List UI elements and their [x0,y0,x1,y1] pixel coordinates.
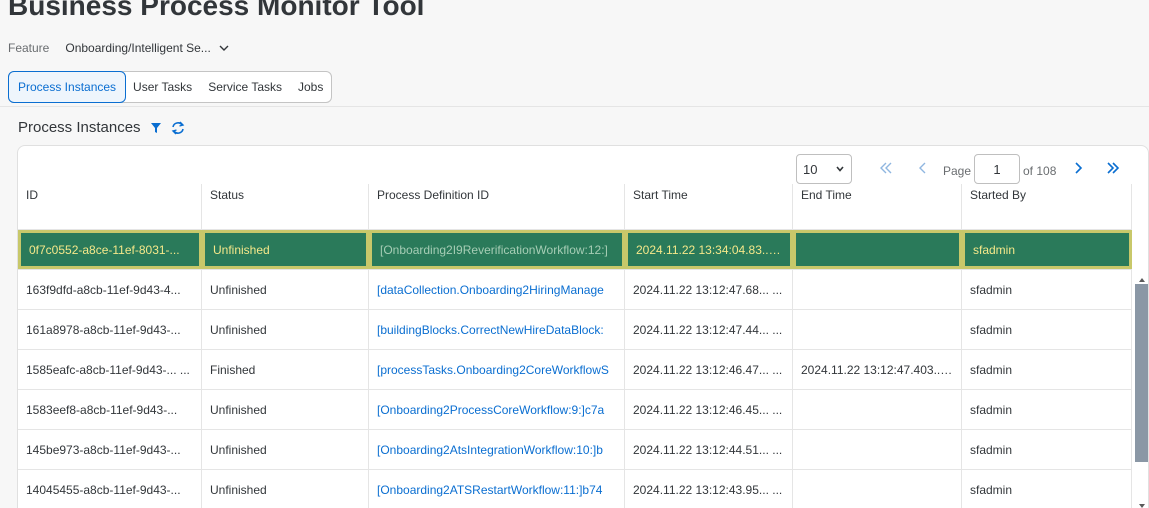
chevron-down-icon [219,45,229,51]
column-header-status[interactable]: Status [202,184,369,229]
page-size-value: 10 [803,161,818,177]
tab-jobs[interactable]: Jobs [290,72,331,102]
page-count: of 108 [1023,164,1057,178]
process-instances-panel: Process Instances 10 Page of 108 ID Stat… [0,106,1149,508]
tab-service-tasks[interactable]: Service Tasks [200,72,290,102]
cell-end-time [793,270,962,309]
next-page-icon[interactable] [1070,161,1086,175]
cell-start-time: 2024.11.22 13:12:44.51... ... [625,430,793,469]
cell-started-by: sfadmin [962,430,1132,469]
cell-started-by: sfadmin [962,310,1132,349]
feature-select[interactable]: Onboarding/Intelligent Se... [65,41,229,55]
cell-end-time [793,310,962,349]
last-page-icon[interactable] [1105,161,1121,175]
feature-row: Feature Onboarding/Intelligent Se... [8,41,229,55]
cell-process-definition-link[interactable]: [Onboarding2AtsIntegrationWorkflow:10:]b [369,430,625,469]
cell-end-time: 2024.11.22 13:12:47.403... ... [793,350,962,389]
cell-end-time [793,390,962,429]
cell-start-time: 2024.11.22 13:12:46.45... ... [625,390,793,429]
table-row[interactable]: 1583eef8-a8cb-11ef-9d43-... Unfinished [… [18,390,1132,430]
column-header-end-time[interactable]: End Time [793,184,962,229]
cell-id: 163f9dfd-a8cb-11ef-9d43-4... [18,270,202,309]
scrollbar-thumb[interactable] [1135,284,1148,462]
cell-start-time: 2024.11.22 13:12:43.95... ... [625,470,793,508]
table-row[interactable]: 14045455-a8cb-11ef-9d43-... Unfinished [… [18,470,1132,508]
cell-end-time [793,230,962,269]
cell-status: Unfinished [202,390,369,429]
cell-id: 0f7c0552-a8ce-11ef-8031-... [18,230,202,269]
scroll-down-icon[interactable] [1137,502,1147,508]
cell-status: Unfinished [202,310,369,349]
first-page-icon[interactable] [878,161,894,175]
column-header-started-by[interactable]: Started By [962,184,1132,229]
cell-process-definition-link[interactable]: [dataCollection.Onboarding2HiringManage [369,270,625,309]
cell-started-by: sfadmin [962,270,1132,309]
column-header-start-time[interactable]: Start Time [625,184,793,229]
cell-end-time [793,430,962,469]
cell-start-time: 2024.11.22 13:34:04.83... ... [625,230,793,269]
cell-started-by: sfadmin [962,350,1132,389]
table-row[interactable]: 1585eafc-a8cb-11ef-9d43-... ... Finished… [18,350,1132,390]
cell-process-definition-link[interactable]: [buildingBlocks.CorrectNewHireDataBlock: [369,310,625,349]
cell-process-definition-link[interactable]: [Onboarding2ProcessCoreWorkflow:9:]c7a [369,390,625,429]
cell-status: Unfinished [202,270,369,309]
data-grid: ID Status Process Definition ID Start Ti… [18,184,1132,508]
cell-start-time: 2024.11.22 13:12:46.47... ... [625,350,793,389]
tab-user-tasks[interactable]: User Tasks [125,72,200,102]
page-label: Page [943,164,972,178]
filter-icon[interactable] [149,121,163,135]
tab-bar: Process Instances User Tasks Service Tas… [8,71,333,103]
cell-id: 1585eafc-a8cb-11ef-9d43-... ... [18,350,202,389]
cell-id: 161a8978-a8cb-11ef-9d43-... [18,310,202,349]
refresh-icon[interactable] [171,121,185,135]
chevron-down-icon [836,166,844,172]
cell-process-definition-link[interactable]: [Onboarding2ATSRestartWorkflow:11:]b74 [369,470,625,508]
cell-id: 145be973-a8cb-11ef-9d43-... [18,430,202,469]
cell-start-time: 2024.11.22 13:12:47.68... ... [625,270,793,309]
table-row[interactable]: 0f7c0552-a8ce-11ef-8031-... Unfinished [… [18,230,1132,270]
table-header: ID Status Process Definition ID Start Ti… [18,184,1132,230]
cell-process-definition-link[interactable]: [Onboarding2I9ReverificationWorkflow:12:… [369,230,625,269]
cell-process-definition-link[interactable]: [processTasks.Onboarding2CoreWorkflowS [369,350,625,389]
cell-status: Unfinished [202,470,369,508]
cell-started-by: sfadmin [962,230,1132,269]
page-number-input[interactable] [974,154,1020,184]
column-header-id[interactable]: ID [18,184,202,229]
cell-start-time: 2024.11.22 13:12:47.44... ... [625,310,793,349]
feature-value: Onboarding/Intelligent Se... [65,41,211,55]
table-row[interactable]: 161a8978-a8cb-11ef-9d43-... Unfinished [… [18,310,1132,350]
cell-status: Finished [202,350,369,389]
section-title: Process Instances [18,119,141,136]
cell-status: Unfinished [202,230,369,269]
cell-id: 14045455-a8cb-11ef-9d43-... [18,470,202,508]
page-size-select[interactable]: 10 [796,154,852,184]
tab-process-instances[interactable]: Process Instances [8,71,127,103]
cell-id: 1583eef8-a8cb-11ef-9d43-... [18,390,202,429]
process-instances-table: 10 Page of 108 ID Status Process Definit… [17,145,1149,508]
table-row[interactable]: 145be973-a8cb-11ef-9d43-... Unfinished [… [18,430,1132,470]
cell-status: Unfinished [202,430,369,469]
column-header-process-definition-id[interactable]: Process Definition ID [369,184,625,229]
table-row[interactable]: 163f9dfd-a8cb-11ef-9d43-4... Unfinished … [18,270,1132,310]
feature-label: Feature [8,41,50,55]
cell-end-time [793,470,962,508]
app-title: Business Process Monitor Tool [8,0,425,21]
previous-page-icon[interactable] [915,161,931,175]
cell-started-by: sfadmin [962,470,1132,508]
section-header: Process Instances [18,119,185,136]
vertical-scrollbar[interactable] [1134,276,1148,508]
cell-started-by: sfadmin [962,390,1132,429]
scroll-up-icon[interactable] [1137,276,1147,284]
